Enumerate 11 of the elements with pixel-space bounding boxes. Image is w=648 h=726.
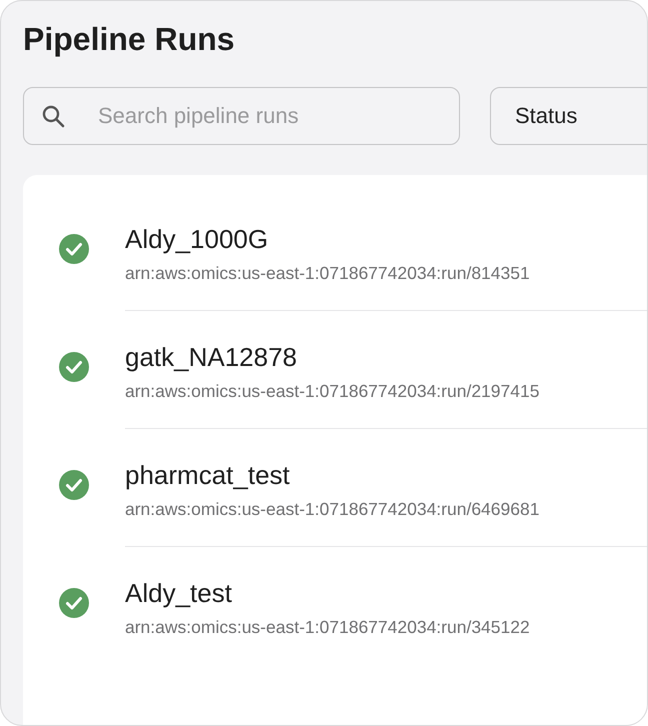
status-dropdown[interactable]: Status	[490, 87, 647, 145]
run-name[interactable]: Aldy_1000G	[125, 223, 647, 255]
run-arn: arn:aws:omics:us-east-1:071867742034:run/345122	[125, 617, 531, 638]
run-name[interactable]: Aldy_test	[125, 577, 647, 609]
page-title: Pipeline Runs	[23, 20, 236, 59]
run-arn: arn:aws:omics:us-east-1:071867742034:run/6469681	[125, 499, 540, 520]
run-name[interactable]: gatk_NA12878	[125, 341, 647, 373]
run-arn: arn:aws:omics:us-east-1:071867742034:run/2197415	[125, 381, 540, 402]
search-field[interactable]: Search pipeline runs	[23, 87, 460, 145]
run-arn: arn:aws:omics:us-east-1:071867742034:run/814351	[125, 263, 531, 284]
run-name[interactable]: pharmcat_test	[125, 459, 647, 491]
